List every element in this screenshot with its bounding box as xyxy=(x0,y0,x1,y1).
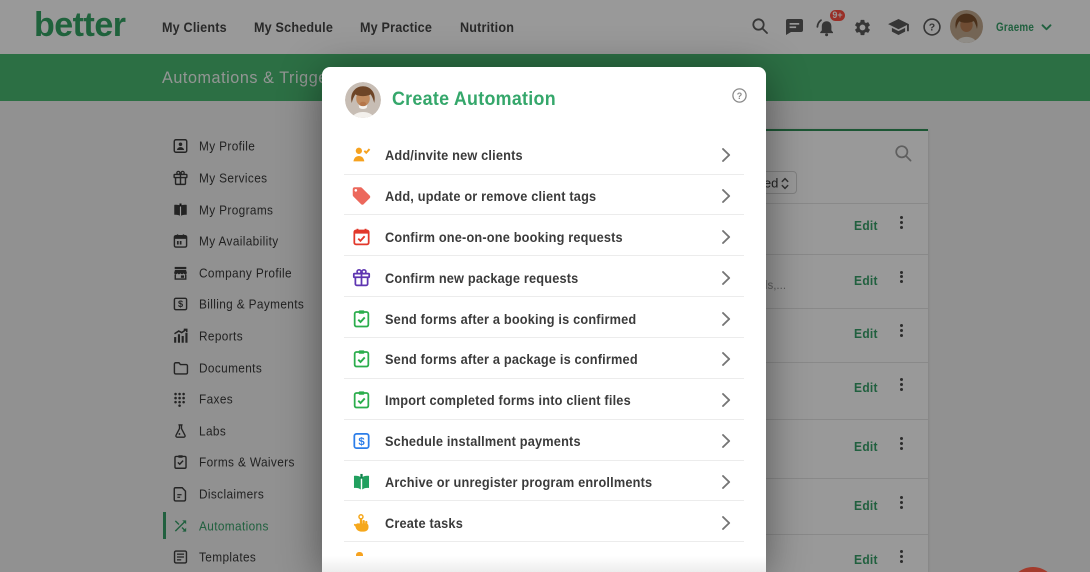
svg-text:$: $ xyxy=(358,436,365,448)
svg-text:?: ? xyxy=(737,91,743,101)
